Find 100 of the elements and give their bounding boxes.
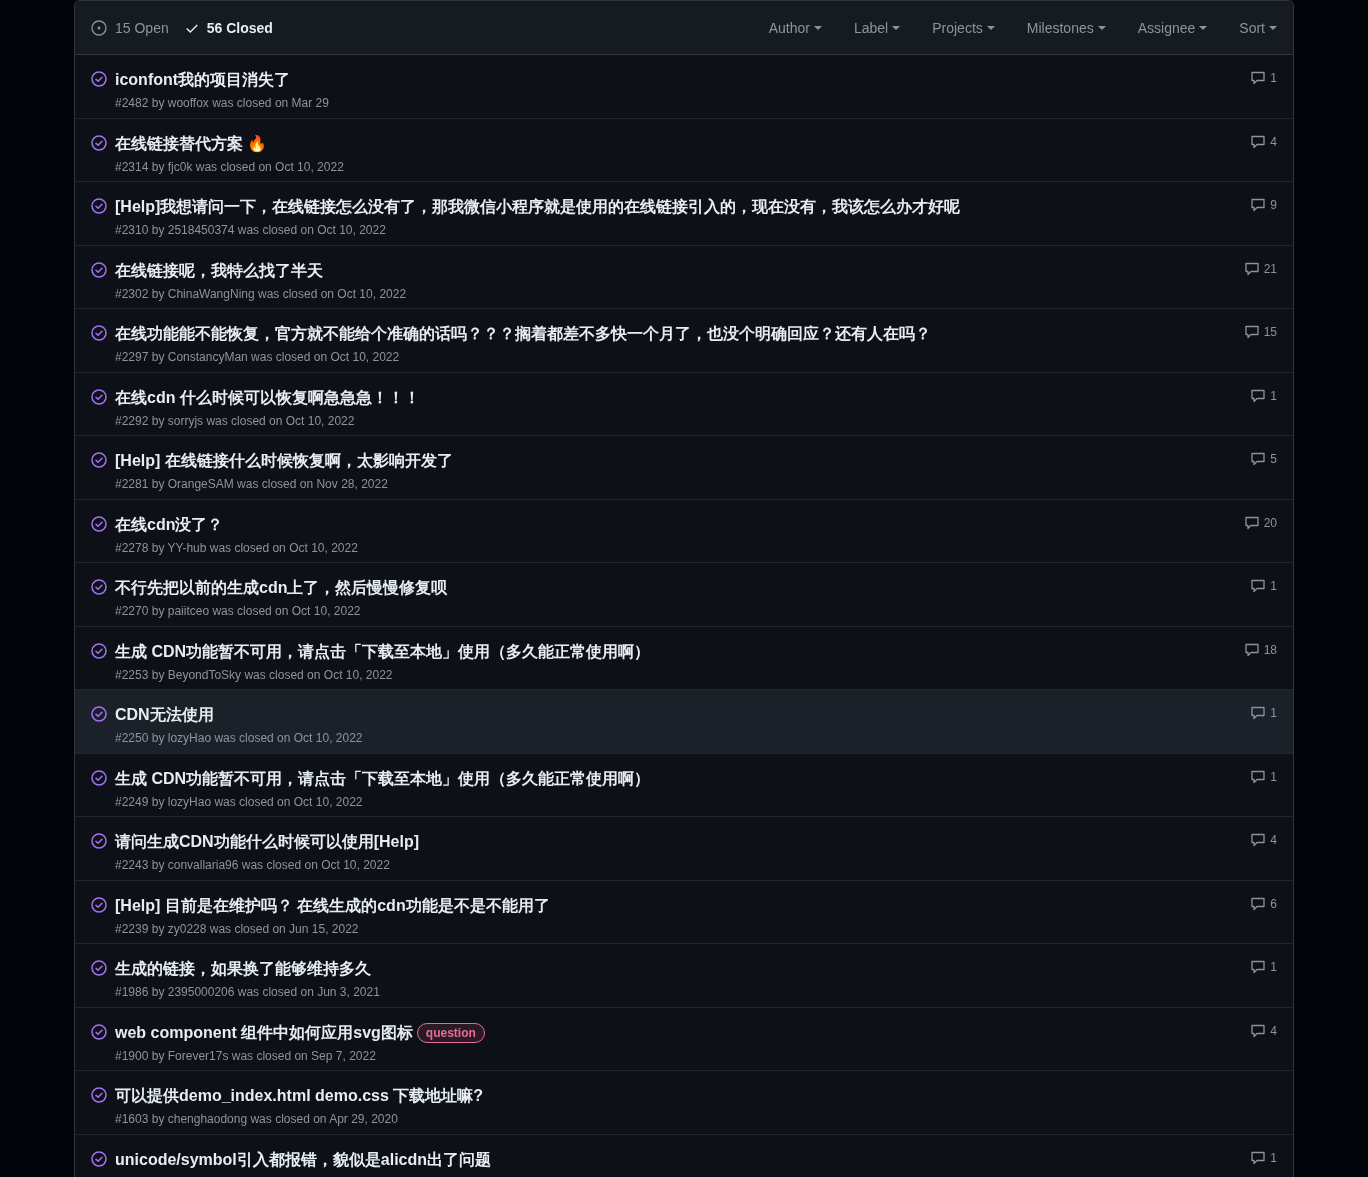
caret-icon: [1269, 25, 1277, 30]
closed-check-icon: [91, 1023, 107, 1040]
comment-count[interactable]: 18: [1243, 641, 1277, 658]
state-filter-tab[interactable]: 15 Open: [91, 17, 169, 38]
speech-bubble-icon: [1250, 578, 1267, 594]
speech-bubble-icon: [1250, 387, 1267, 404]
closed-check-icon: [91, 452, 107, 468]
speech-bubble-icon: [1243, 514, 1260, 531]
filter-dropdown[interactable]: Label: [853, 17, 901, 38]
issue-meta: #1986 by 2395000206 was closed on Jun 3, 2021: [115, 984, 381, 1000]
comment-count[interactable]: 1: [1250, 705, 1277, 721]
issue-row[interactable]: 不行先把以前的生成cdn上了，然后慢慢修复呗 #2270 by paiitceo was closed on Oct 10, 2022 1: [75, 563, 1293, 627]
filter-dropdown[interactable]: Author: [768, 17, 822, 38]
filter-dropdown[interactable]: Sort: [1239, 17, 1277, 38]
issue-row[interactable]: 生成的链接，如果换了能够维持多久 #1986 by 2395000206 was closed on Jun 3, 2021 1: [75, 944, 1293, 1008]
comment-count[interactable]: 1: [1250, 959, 1277, 975]
comment-count[interactable]: 4: [1250, 1022, 1277, 1039]
issue-row[interactable]: [Help]我想请问一下，在线链接怎么没有了，那我微信小程序就是使用的在线链接引入的，现在没有，我该怎么办才好呢 #2310 by 2518450374 was closed on Oct 10, 2022 9: [75, 182, 1293, 246]
closed-check-icon: [91, 833, 107, 849]
issue-row[interactable]: 在线链接替代方案 🔥 #2314 by fjc0k was closed on Oct 10, 2022 4: [75, 118, 1293, 182]
issue-title[interactable]: 在线功能能不能恢复，官方就不能给个准确的话吗？？？搁着都差不多快一个月了，也没个明确回应？还有人在吗？: [115, 322, 931, 346]
filter-dropdown[interactable]: Milestones: [1026, 17, 1106, 38]
caret-icon: [1097, 25, 1106, 30]
issue-title[interactable]: 生成 CDN功能暂不可用，请点击「下载至本地」使用（多久能正常使用啊）: [115, 766, 651, 791]
comment-count[interactable]: 15: [1243, 324, 1277, 340]
state-filter-tab[interactable]: 56 Closed: [184, 17, 273, 38]
issue-row[interactable]: 请问生成CDN功能什么时候可以使用[Help] #2243 by convallaria96 was closed on Oct 10, 2022 4: [75, 817, 1293, 881]
comment-count[interactable]: 1: [1250, 1149, 1277, 1166]
issue-meta: #1603 by chenghaodong was closed on Apr 29, 2020: [115, 1111, 399, 1127]
comment-count[interactable]: 4: [1250, 832, 1277, 848]
issue-meta: #2482 by wooffox was closed on Mar 29: [115, 95, 330, 111]
issue-title[interactable]: 不行先把以前的生成cdn上了，然后慢慢修复呗: [115, 576, 448, 600]
closed-check-icon: [91, 769, 107, 786]
issue-title[interactable]: 在线cdn没了？: [115, 512, 224, 537]
comment-count[interactable]: 6: [1250, 895, 1277, 912]
issue-title[interactable]: 在线链接替代方案 🔥: [115, 131, 268, 156]
issue-label[interactable]: question: [416, 1022, 485, 1043]
speech-bubble-icon: [1250, 1149, 1267, 1166]
closed-check-icon: [91, 960, 107, 976]
speech-bubble-icon: [1250, 1022, 1267, 1039]
issue-meta: #2239 by zy0228 was closed on Jun 15, 2022: [115, 920, 360, 937]
issue-title[interactable]: web component 组件中如何应用svg图标: [115, 1020, 413, 1045]
issue-meta: #2314 by fjc0k was closed on Oct 10, 2022: [115, 158, 345, 175]
comment-count[interactable]: 1: [1250, 387, 1277, 404]
speech-bubble-icon: [1250, 133, 1267, 150]
closed-check-icon: [91, 388, 107, 405]
comment-count[interactable]: 21: [1243, 260, 1277, 277]
comment-count[interactable]: 1: [1250, 768, 1277, 785]
issue-title[interactable]: iconfont我的项目消失了: [115, 68, 291, 92]
issue-row[interactable]: CDN无法使用 #2250 by lozyHao was closed on Oct 10, 2022 1: [75, 690, 1293, 754]
issue-title[interactable]: 在线链接呢，我特么找了半天: [115, 258, 323, 283]
issue-meta: #2302 by ChinaWangNing was closed on Oct 10, 2022: [115, 285, 408, 302]
issue-title[interactable]: 生成 CDN功能暂不可用，请点击「下载至本地」使用（多久能正常使用啊）: [115, 639, 651, 664]
issue-title[interactable]: 生成的链接，如果换了能够维持多久: [115, 957, 371, 981]
issue-row[interactable]: 在线链接呢，我特么找了半天 #2302 by ChinaWangNing was closed on Oct 10, 2022 21: [75, 245, 1293, 309]
filter-dropdown[interactable]: Assignee: [1137, 17, 1208, 38]
comment-count[interactable]: 9: [1250, 197, 1277, 213]
issue-row[interactable]: 可以提供demo_index.html demo.css 下载地址嘛? #1603 by chenghaodong was closed on Apr 29, 2020: [75, 1071, 1293, 1135]
issue-title[interactable]: 在线cdn 什么时候可以恢复啊急急急！！！: [115, 385, 420, 410]
closed-check-icon: [91, 579, 107, 595]
speech-bubble-icon: [1243, 324, 1260, 340]
speech-bubble-icon: [1250, 70, 1267, 86]
speech-bubble-icon: [1243, 260, 1260, 277]
comment-count[interactable]: 20: [1243, 514, 1277, 531]
caret-icon: [813, 25, 822, 30]
issue-row[interactable]: web component 组件中如何应用svg图标 question #1900 by Forever17s was closed on Sep 7, 2022 4: [75, 1007, 1293, 1071]
caret-icon: [892, 25, 901, 30]
issue-row[interactable]: 生成 CDN功能暂不可用，请点击「下载至本地」使用（多久能正常使用啊） #2253 by BeyondToSky was closed on Oct 10, 2022 18: [75, 626, 1293, 690]
closed-check-icon: [91, 71, 107, 87]
issue-meta: #2250 by lozyHao was closed on Oct 10, 2022: [115, 730, 364, 746]
issue-row[interactable]: 在线cdn没了？ #2278 by YY-hub was closed on Oct 10, 2022 20: [75, 499, 1293, 563]
comment-count[interactable]: 5: [1250, 451, 1277, 467]
closed-check-icon: [91, 261, 107, 278]
comment-count[interactable]: 1: [1250, 70, 1277, 86]
filter-dropdown[interactable]: Projects: [932, 17, 995, 38]
issue-row[interactable]: 在线cdn 什么时候可以恢复啊急急急！！！ #2292 by sorryjs was closed on Oct 10, 2022 1: [75, 372, 1293, 436]
issue-title[interactable]: 请问生成CDN功能什么时候可以使用[Help]: [115, 830, 419, 854]
issue-title[interactable]: [Help] 目前是在维护吗？ 在线生成的cdn功能是不是不能用了: [115, 893, 550, 918]
issue-meta: #2270 by paiitceo was closed on Oct 10, 2022: [115, 603, 362, 619]
speech-bubble-icon: [1243, 641, 1260, 658]
speech-bubble-icon: [1250, 895, 1267, 912]
closed-check-icon: [91, 134, 107, 151]
issue-row[interactable]: iconfont我的项目消失了 #2482 by wooffox was closed on Mar 29 1: [75, 55, 1293, 119]
comment-count[interactable]: 1: [1250, 578, 1277, 594]
issue-meta: #1900 by Forever17s was closed on Sep 7, 2022: [115, 1047, 377, 1064]
issue-row[interactable]: unicode/symbol引入都报错，貌似是alicdn出了问题 1: [75, 1134, 1293, 1177]
issue-title[interactable]: [Help] 在线链接什么时候恢复啊，太影响开发了: [115, 449, 453, 473]
issue-row[interactable]: 生成 CDN功能暂不可用，请点击「下载至本地」使用（多久能正常使用啊） #2249 by lozyHao was closed on Oct 10, 2022 1: [75, 753, 1293, 817]
speech-bubble-icon: [1250, 197, 1267, 213]
issue-title[interactable]: [Help]我想请问一下，在线链接怎么没有了，那我微信小程序就是使用的在线链接引入的，现在没有，我该怎么办才好呢: [115, 195, 961, 219]
issue-row[interactable]: 在线功能能不能恢复，官方就不能给个准确的话吗？？？搁着都差不多快一个月了，也没个明确回应？还有人在吗？ #2297 by ConstancyMan was closed on Oct 10, 2022 15: [75, 309, 1293, 373]
closed-check-icon: [91, 706, 107, 722]
issue-title[interactable]: unicode/symbol引入都报错，貌似是alicdn出了问题: [115, 1147, 492, 1172]
speech-bubble-icon: [1250, 959, 1267, 975]
issue-title[interactable]: CDN无法使用: [115, 703, 214, 727]
issue-title[interactable]: 可以提供demo_index.html demo.css 下载地址嘛?: [115, 1084, 484, 1108]
issue-row[interactable]: [Help] 目前是在维护吗？ 在线生成的cdn功能是不是不能用了 #2239 by zy0228 was closed on Jun 15, 2022 6: [75, 880, 1293, 944]
caret-icon: [986, 25, 995, 30]
comment-count[interactable]: 4: [1250, 133, 1277, 150]
issue-row[interactable]: [Help] 在线链接什么时候恢复啊，太影响开发了 #2281 by OrangeSAM was closed on Nov 28, 2022 5: [75, 436, 1293, 500]
